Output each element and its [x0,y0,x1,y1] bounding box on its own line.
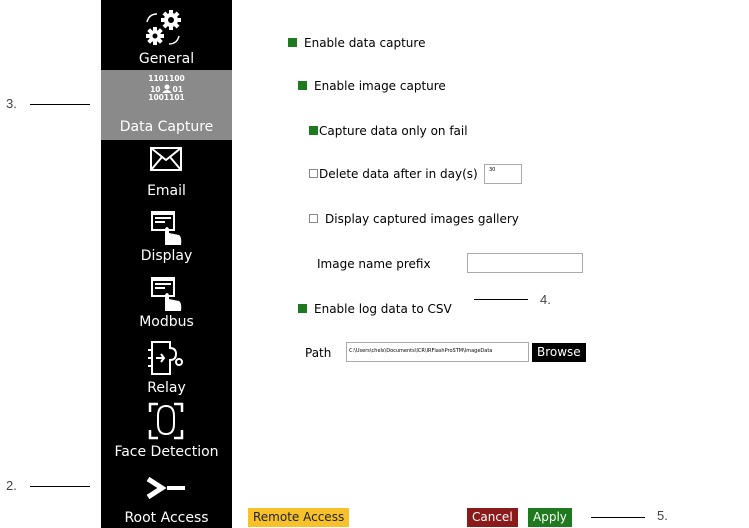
enable-image-capture-toggle[interactable]: Enable image capture [298,79,446,93]
delete-days-input[interactable]: 30 [484,164,522,184]
callout-2-line [30,486,90,487]
callout-3-line [30,104,90,105]
binary-line: 10 01 [150,84,183,94]
enable-data-capture-toggle[interactable]: Enable data capture [288,36,425,50]
unchecked-box-icon [309,169,318,178]
browse-button[interactable]: Browse [532,343,586,362]
relay-icon [148,341,183,375]
callout-4-line [474,299,528,300]
checked-box-icon [309,126,318,135]
sidebar-item-face-detection[interactable]: Face Detection [101,402,232,468]
cancel-button[interactable]: Cancel [467,508,518,527]
enable-log-csv-toggle[interactable]: Enable log data to CSV [298,302,452,316]
sidebar-item-label: Root Access [124,510,209,526]
enable-log-csv-label: Enable log data to CSV [314,302,452,316]
delete-after-days-label: Delete data after in day(s) [319,167,478,181]
capture-only-on-fail-label: Capture data only on fail [319,124,468,138]
sidebar-item-root-access[interactable]: Root Access [101,468,232,528]
sidebar-item-display[interactable]: Display [101,206,232,272]
delete-after-days-toggle[interactable]: Delete data after in day(s) [309,167,478,181]
sidebar-item-label: Relay [147,380,186,396]
sidebar-item-label: Email [147,183,186,199]
path-label: Path [305,346,332,360]
sidebar-item-general[interactable]: General [101,0,232,70]
sidebar-item-label: Face Detection [114,444,219,460]
sidebar-item-data-capture[interactable]: 1101100 10 01 1001101 Data Capture [101,70,232,140]
touch-display-icon [151,277,182,311]
binary-line: 1001101 [148,93,185,102]
sidebar-item-label: General [138,51,195,67]
sidebar-item-modbus[interactable]: Modbus [101,272,232,338]
image-prefix-input[interactable] [467,253,583,273]
sidebar-item-label: Display [140,248,193,264]
gears-icon [146,10,181,45]
image-prefix-label: Image name prefix [317,257,431,271]
display-gallery-toggle[interactable]: Display captured images gallery [309,212,519,226]
sidebar-item-label: Data Capture [119,119,214,135]
sidebar: General 1101100 10 01 1001101 Data Captur… [101,0,232,528]
callout-5: 5. [657,508,668,523]
apply-button[interactable]: Apply [528,508,572,527]
path-input[interactable]: C:\Users\chels\Documents\ICR\IRFlashProS… [346,342,529,362]
terminal-prompt-icon [146,476,185,500]
user-icon [161,84,172,93]
remote-access-button[interactable]: Remote Access [248,508,350,527]
touch-display-icon [151,211,182,245]
capture-only-on-fail-toggle[interactable]: Capture data only on fail [309,124,468,138]
callout-3: 3. [6,96,17,111]
binary-user-icon: 1101100 10 01 1001101 [101,75,232,102]
checked-box-icon [298,81,307,90]
unchecked-box-icon [309,214,318,223]
display-gallery-label: Display captured images gallery [325,212,519,226]
binary-line: 1101100 [148,74,185,83]
callout-5-line [591,517,645,518]
enable-data-capture-label: Enable data capture [304,36,426,50]
checked-box-icon [288,38,297,47]
envelope-icon [150,147,182,171]
sidebar-item-relay[interactable]: Relay [101,338,232,402]
enable-image-capture-label: Enable image capture [314,79,446,93]
callout-2: 2. [6,478,17,493]
callout-4: 4. [540,292,551,307]
face-scan-icon [148,402,184,440]
sidebar-item-email[interactable]: Email [101,140,232,206]
sidebar-item-label: Modbus [139,314,194,330]
checked-box-icon [298,304,307,313]
